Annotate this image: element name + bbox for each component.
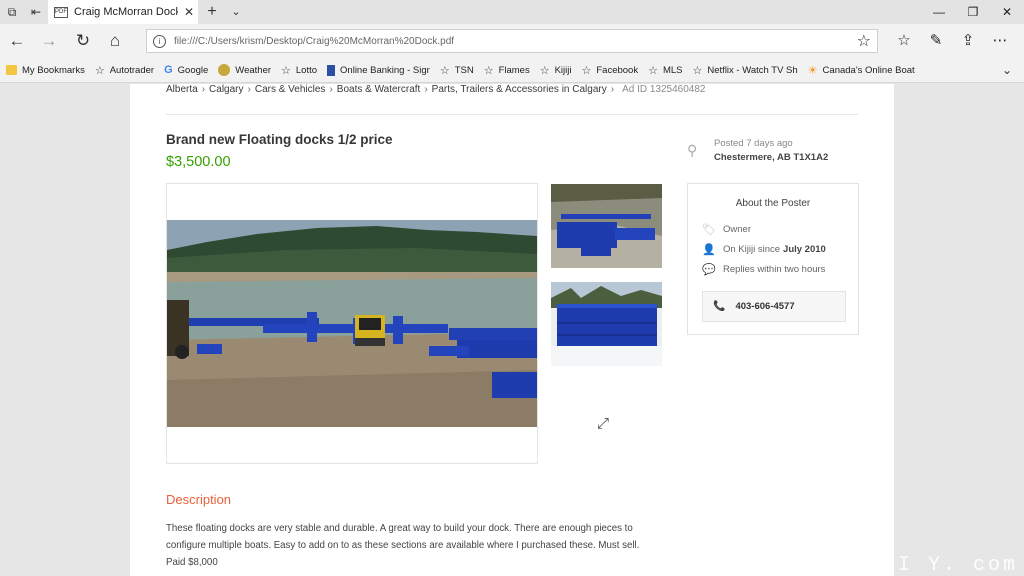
favorite-canadas-online-boat[interactable]: ☀ Canada's Online Boat [808,64,915,77]
breadcrumb-alberta[interactable]: Alberta [166,84,198,95]
chevron-down-icon[interactable]: ⌄ [1002,63,1012,77]
phone-button[interactable]: 📞 403-606-4577 [702,291,846,322]
thumbnail-2[interactable] [551,282,662,366]
pdf-viewer: Alberta › Calgary › Cars & Vehicles › Boats & … [0,84,1024,576]
set-aside-tabs-icon[interactable]: ⇤ [24,0,48,24]
star-icon: ☆ [539,64,550,77]
ad-title: Brand new Floating docks 1/2 price [166,132,393,147]
maple-icon: ☀ [807,64,818,77]
poster-type-row: 🏷 Owner [702,224,751,236]
description-heading: Description [166,492,232,507]
member-since-row: 👤 On Kijiji since July 2010 [702,244,826,256]
favorite-kijiji[interactable]: ☆ Kijiji [540,64,572,77]
title-bar: ⧉ ⇤ PDF Craig McMorran Dock.p ✕ + ⌄ — ❐ … [0,0,1024,24]
location-pin-icon: ⚲ [687,142,698,158]
favorite-mls[interactable]: ☆ MLS [648,64,682,77]
ad-id: Ad ID 1325460482 [622,84,706,95]
navigation-bar: ← → ↻ ⌂ i file:///C:/Users/krism/Desktop… [0,24,1024,58]
star-icon: ☆ [281,64,291,77]
user-icon: 👤 [702,244,716,256]
favorite-star-icon[interactable]: ☆ [857,31,871,51]
favorite-lotto[interactable]: ☆ Lotto [281,64,317,77]
location-text: Chestermere, AB T1X1A2 [714,152,829,163]
address-bar[interactable]: i file:///C:/Users/krism/Desktop/Craig%2… [146,29,878,53]
refresh-button[interactable]: ↻ [72,30,94,52]
folder-icon [6,65,17,75]
ad-price: $3,500.00 [166,154,231,170]
google-icon: G [164,64,173,76]
close-tab-icon[interactable]: ✕ [184,5,194,19]
phone-number: 403-606-4577 [735,301,795,312]
star-icon: ☆ [648,64,658,77]
favorite-online-banking[interactable]: Online Banking - Sigr [327,64,430,76]
back-button[interactable]: ← [6,30,28,52]
divider [166,114,858,115]
globe-icon [218,64,231,76]
favorites-hub-icon[interactable]: ☆ [888,30,920,52]
flag-icon [327,64,336,76]
favorite-my-bookmarks[interactable]: My Bookmarks [6,65,85,76]
favorite-facebook[interactable]: ☆ Facebook [581,64,638,77]
favorite-tsn[interactable]: ☆ TSN [440,64,474,77]
new-tab-button[interactable]: + [204,0,220,24]
about-poster-card: About the Poster 🏷 Owner 👤 On Kijiji sin… [687,183,859,335]
address-url: file:///C:/Users/krism/Desktop/Craig%20M… [174,35,455,47]
pdf-page: Alberta › Calgary › Cars & Vehicles › Boats & … [130,84,894,576]
main-photo-frame[interactable] [166,183,538,464]
star-icon: ☆ [692,64,703,77]
more-options-icon[interactable]: ⋯ [984,30,1016,52]
description-text: These floating docks are very stable and… [166,523,640,568]
tab-list-icon[interactable]: ⧉ [0,0,24,24]
thumbnail-1[interactable] [551,184,662,268]
favorite-autotrader[interactable]: ☆ Autotrader [95,64,154,77]
home-button[interactable]: ⌂ [104,30,126,52]
restore-button[interactable]: ❐ [956,0,990,24]
star-icon: ☆ [439,64,450,77]
favorite-weather[interactable]: Weather [218,64,271,76]
tab-active[interactable]: PDF Craig McMorran Dock.p ✕ [48,0,198,24]
favorite-google[interactable]: G Google [164,64,208,76]
chevron-down-icon[interactable]: ⌄ [228,0,244,24]
pdf-icon: PDF [54,6,68,18]
breadcrumb-cars-vehicles[interactable]: Cars & Vehicles [255,84,326,95]
about-poster-heading: About the Poster [735,198,811,209]
info-icon[interactable]: i [153,34,166,48]
share-icon[interactable]: ⇪ [952,30,984,52]
tag-icon: 🏷 [702,224,716,236]
breadcrumb-calgary[interactable]: Calgary [209,84,243,95]
watermark: mi nDI Y. com [822,554,1018,576]
close-window-button[interactable]: ✕ [990,0,1024,24]
expand-icon[interactable]: ⤢ [597,415,609,432]
tab-title: Craig McMorran Dock.p [74,6,178,18]
forward-button[interactable]: → [38,30,60,52]
main-photo[interactable] [167,220,537,427]
breadcrumb-boats-watercraft[interactable]: Boats & Watercraft [337,84,421,95]
star-icon: ☆ [483,64,494,77]
star-icon: ☆ [94,64,105,77]
replies-row: 💬 Replies within two hours [702,264,826,276]
favorites-bar: My Bookmarks ☆ Autotrader G Google Weather… [0,58,1024,83]
chat-bubble-icon: 💬 [702,264,716,276]
favorite-flames[interactable]: ☆ Flames [484,64,530,77]
posted-time: Posted 7 days ago [714,138,793,149]
breadcrumb: Alberta › Calgary › Cars & Vehicles › Boats & … [166,84,706,95]
phone-icon: 📞 [713,301,726,312]
breadcrumb-parts[interactable]: Parts, Trailers & Accessories in Calgary [432,84,607,95]
star-icon: ☆ [581,64,592,77]
favorite-netflix[interactable]: ☆ Netflix - Watch TV Sh [693,64,798,77]
minimize-button[interactable]: — [922,0,956,24]
pen-icon[interactable]: ✎ [920,30,952,52]
